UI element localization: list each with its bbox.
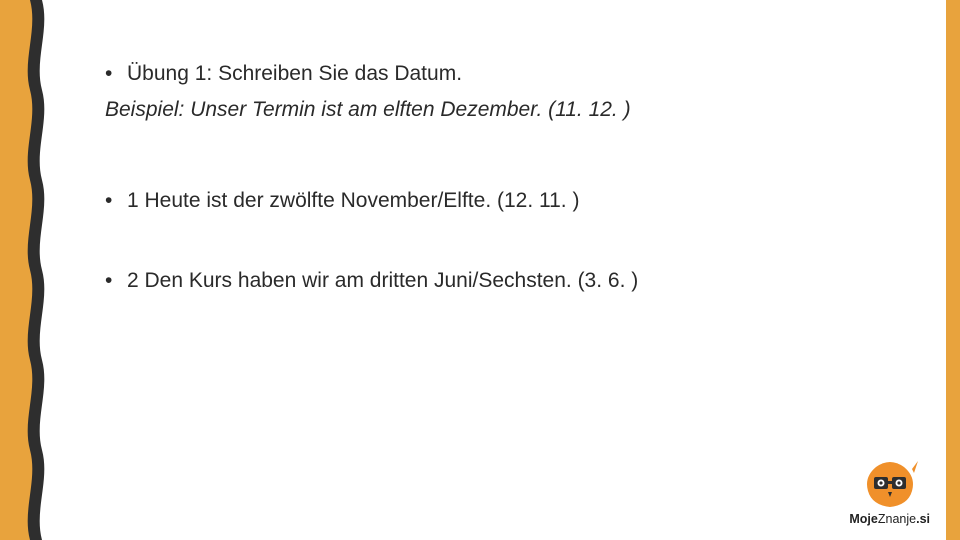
slide-content: • Übung 1: Schreiben Sie das Datum. Beis…	[105, 58, 865, 344]
example-line: Beispiel: Unser Termin ist am elften Dez…	[105, 94, 865, 126]
list-item: • 2 Den Kurs haben wir am dritten Juni/S…	[105, 265, 865, 297]
bullet-icon: •	[105, 265, 127, 297]
heading-text: Übung 1: Schreiben Sie das Datum.	[127, 58, 462, 90]
bullet-icon: •	[105, 185, 127, 217]
owl-mascot-icon	[862, 459, 918, 509]
brand-bold: Moje	[849, 512, 877, 526]
bullet-icon: •	[105, 58, 127, 90]
brand-mid: Znanje	[878, 512, 916, 526]
brand-name: MojeZnanje.si	[849, 512, 930, 526]
item-text: 1 Heute ist der zwölfte November/Elfte. …	[127, 185, 579, 217]
right-stripe-decoration	[946, 0, 960, 540]
brand-logo: MojeZnanje.si	[849, 459, 930, 526]
list-item: • 1 Heute ist der zwölfte November/Elfte…	[105, 185, 865, 217]
exercise-heading: • Übung 1: Schreiben Sie das Datum.	[105, 58, 865, 90]
brand-tld: .si	[916, 512, 930, 526]
item-text: 2 Den Kurs haben wir am dritten Juni/Sec…	[127, 265, 638, 297]
left-wave-decoration	[0, 0, 58, 540]
